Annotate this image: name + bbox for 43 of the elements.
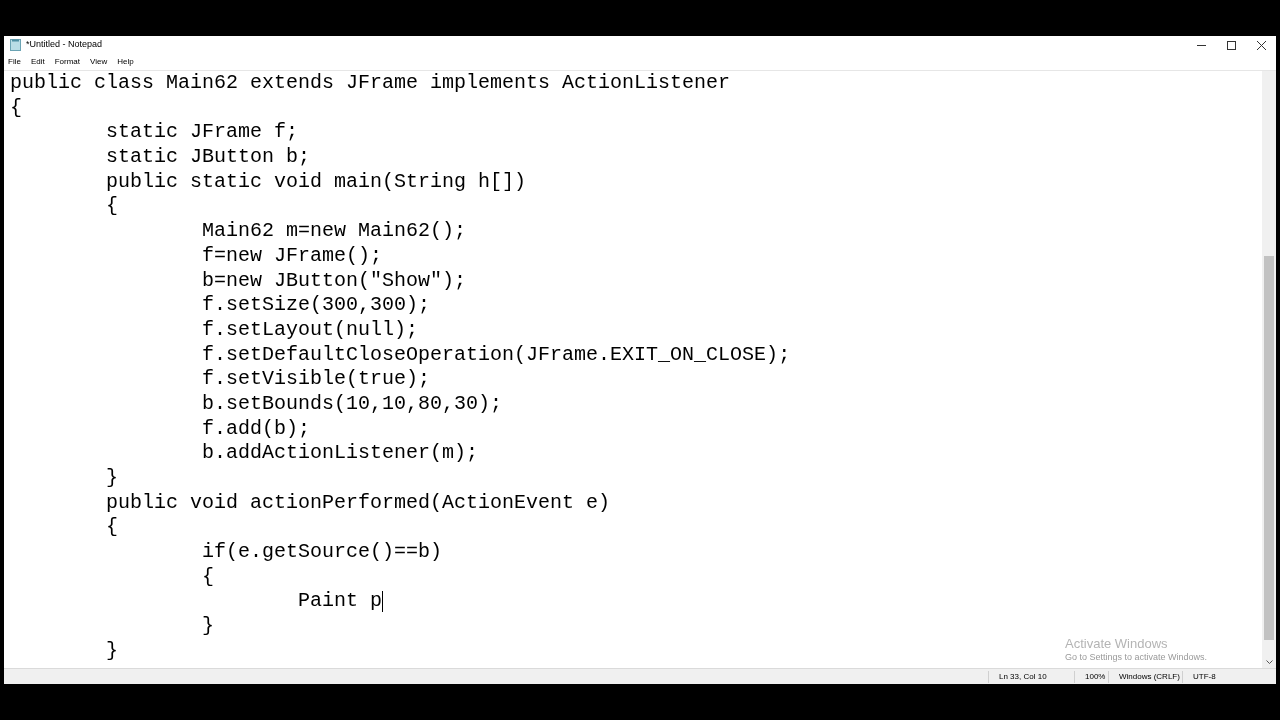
code-line: }	[201, 614, 215, 639]
code-line: f.setSize(300,300);	[201, 293, 431, 318]
code-line: f.setDefaultCloseOperation(JFrame.EXIT_ON_CLOSE);	[201, 342, 791, 368]
code-line: f=new JFrame();	[201, 243, 383, 269]
menu-item[interactable]: Format	[54, 56, 81, 68]
code-line: }	[105, 638, 119, 664]
code-line: {	[105, 515, 119, 541]
code-line: public class Main62 extends JFrame implements ActionListener	[10, 71, 731, 96]
code-line: }	[105, 466, 119, 491]
window-title: *Untitled - Notepad	[26, 38, 103, 52]
status-text: Ln 33, Col 10	[988, 670, 1074, 683]
maximize-icon	[1226, 40, 1236, 50]
scroll-down-icon	[1265, 660, 1273, 665]
vertical-scrollbar[interactable]	[1262, 71, 1276, 668]
code-line: {	[201, 564, 215, 590]
code-line: Main62 m=new Main62();	[201, 219, 467, 244]
code-line: f.setLayout(null);	[201, 317, 419, 343]
menu-item[interactable]: File	[8, 56, 21, 68]
code-line: {	[10, 95, 22, 121]
code-line: if(e.getSource()==b)	[201, 540, 443, 565]
activation-message: Go to Settings to activate Windows.	[1065, 651, 1208, 664]
code-line: b.addActionListener(m);	[201, 441, 479, 466]
code-line: public void actionPerformed(ActionEvent e)	[105, 490, 611, 516]
menu-item[interactable]: View	[90, 56, 108, 68]
code-line: static JFrame f;	[105, 120, 299, 146]
notepad-icon	[10, 39, 21, 51]
activation-title: Activate Windows	[1065, 636, 1169, 651]
code-line: Paint p	[297, 589, 383, 615]
code-line: f.setVisible(true);	[201, 367, 431, 392]
close-icon	[1256, 40, 1266, 50]
status-text: UTF-8	[1182, 670, 1242, 683]
menu-item[interactable]: Edit	[30, 56, 45, 68]
menu-item[interactable]: Help	[117, 56, 134, 68]
status-text: Windows (CRLF)	[1108, 670, 1182, 683]
code-line: public static void main(String h[])	[105, 169, 527, 195]
code-line: b.setBounds(10,10,80,30);	[201, 391, 503, 417]
code-line: b=new JButton("Show");	[201, 268, 467, 294]
code-line: static JButton b;	[105, 145, 311, 170]
code-line: {	[105, 194, 119, 220]
minimize-icon	[1196, 44, 1206, 46]
status-text: 100%	[1074, 670, 1108, 683]
scrollbar-thumb[interactable]	[1264, 256, 1274, 640]
code-line: f.add(b);	[201, 416, 311, 442]
